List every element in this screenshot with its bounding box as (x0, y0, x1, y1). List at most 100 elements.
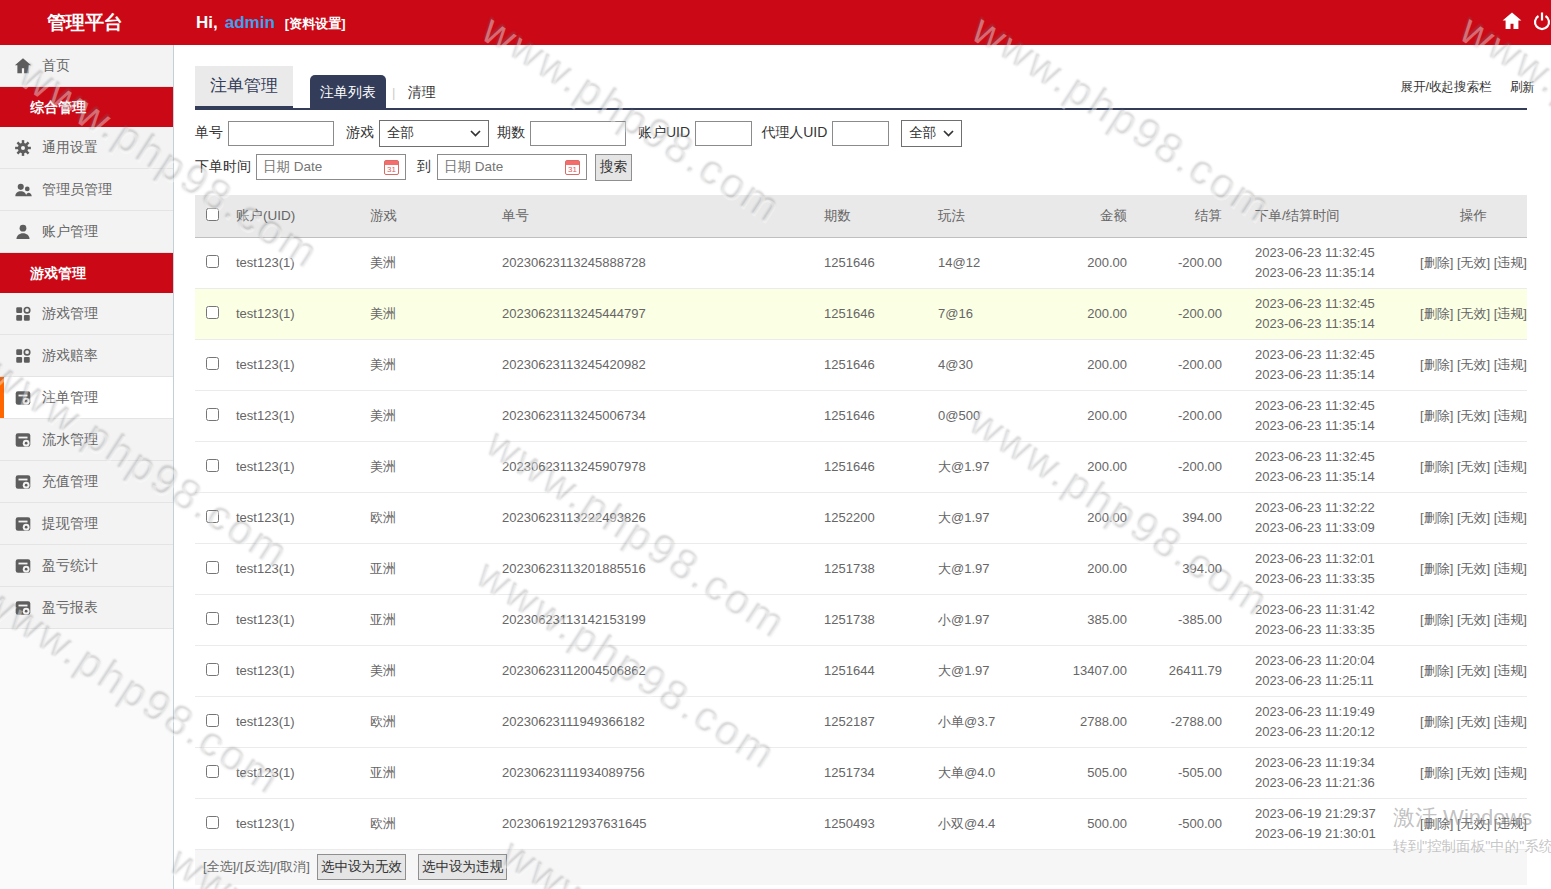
row-checkbox[interactable] (206, 765, 219, 778)
delete-action[interactable]: [删除] (1420, 663, 1453, 678)
row-checkbox[interactable] (206, 663, 219, 676)
tab-order-list[interactable]: 注单列表 (310, 75, 386, 110)
invalid-action[interactable]: [无效] (1457, 663, 1490, 678)
calendar-icon (565, 160, 580, 175)
violation-action[interactable]: [违规] (1494, 306, 1527, 321)
account-uid-input[interactable] (695, 121, 752, 146)
invalid-action[interactable]: [无效] (1457, 510, 1490, 525)
cell-game: 亚洲 (360, 747, 490, 798)
cell-account: test123(1) (226, 543, 360, 594)
cell-period: 1251734 (814, 747, 928, 798)
invalid-action[interactable]: [无效] (1457, 714, 1490, 729)
date-to-input[interactable]: 日期 Date (437, 154, 587, 180)
violation-action[interactable]: [违规] (1494, 816, 1527, 831)
cell-game: 美洲 (360, 441, 490, 492)
delete-action[interactable]: [删除] (1420, 612, 1453, 627)
violation-action[interactable]: [违规] (1494, 357, 1527, 372)
period-input[interactable] (530, 121, 626, 146)
cell-account: test123(1) (226, 288, 360, 339)
violation-action[interactable]: [违规] (1494, 510, 1527, 525)
delete-action[interactable]: [删除] (1420, 765, 1453, 780)
select-links[interactable]: [全选]/[反选]/[取消] (203, 858, 310, 876)
cell-play: 小单@3.7 (928, 696, 1040, 747)
sidebar-item-8[interactable]: 注单管理 (0, 377, 173, 419)
power-icon[interactable] (1532, 11, 1551, 35)
sidebar-item-10[interactable]: 充值管理 (0, 461, 173, 503)
invalid-action[interactable]: [无效] (1457, 765, 1490, 780)
cell-settle: -200.00 (1137, 288, 1232, 339)
sidebar-item-9[interactable]: 流水管理 (0, 419, 173, 461)
sidebar-item-4[interactable]: 账户管理 (0, 211, 173, 253)
delete-action[interactable]: [删除] (1420, 255, 1453, 270)
invalid-action[interactable]: [无效] (1457, 561, 1490, 576)
delete-action[interactable]: [删除] (1420, 357, 1453, 372)
sidebar-item-3[interactable]: 管理员管理 (0, 169, 173, 211)
sidebar-item-11[interactable]: 提现管理 (0, 503, 173, 545)
cell-period: 1251644 (814, 645, 928, 696)
violation-action[interactable]: [违规] (1494, 714, 1527, 729)
invalid-action[interactable]: [无效] (1457, 306, 1490, 321)
sidebar-item-6[interactable]: 游戏管理 (0, 293, 173, 335)
row-checkbox[interactable] (206, 714, 219, 727)
status-select[interactable]: 全部 (901, 120, 962, 147)
tab-bar: 注单管理 注单列表 | 清理 (195, 66, 1527, 110)
invalid-action[interactable]: [无效] (1457, 255, 1490, 270)
home-icon[interactable] (1501, 10, 1523, 36)
row-checkbox[interactable] (206, 459, 219, 472)
sidebar-item-13[interactable]: 盈亏报表 (0, 587, 173, 629)
set-violation-button[interactable]: 选中设为违规 (418, 854, 507, 880)
sidebar-item-7[interactable]: 游戏赔率 (0, 335, 173, 377)
invalid-action[interactable]: [无效] (1457, 816, 1490, 831)
cell-order-no: 20230623113245907978 (490, 441, 814, 492)
violation-action[interactable]: [违规] (1494, 561, 1527, 576)
agent-uid-input[interactable] (832, 121, 889, 146)
row-checkbox[interactable] (206, 561, 219, 574)
delete-action[interactable]: [删除] (1420, 510, 1453, 525)
delete-action[interactable]: [删除] (1420, 459, 1453, 474)
cell-amount: 500.00 (1040, 798, 1137, 849)
page-tab-order-mgmt[interactable]: 注单管理 (195, 66, 293, 110)
sidebar-item-2[interactable]: 通用设置 (0, 127, 173, 169)
main-content: 展开/收起搜索栏 刷新 注单管理 注单列表 | 清理 单号 游戏 全部 期数 账… (175, 45, 1551, 889)
delete-action[interactable]: [删除] (1420, 408, 1453, 423)
tab-clean[interactable]: 清理 (401, 75, 441, 110)
row-checkbox[interactable] (206, 612, 219, 625)
violation-action[interactable]: [违规] (1494, 459, 1527, 474)
invalid-action[interactable]: [无效] (1457, 459, 1490, 474)
select-all-checkbox[interactable] (206, 208, 219, 221)
invalid-action[interactable]: [无效] (1457, 357, 1490, 372)
delete-action[interactable]: [删除] (1420, 714, 1453, 729)
delete-action[interactable]: [删除] (1420, 816, 1453, 831)
delete-action[interactable]: [删除] (1420, 561, 1453, 576)
row-checkbox[interactable] (206, 408, 219, 421)
cell-amount: 2788.00 (1040, 696, 1137, 747)
cell-game: 美洲 (360, 390, 490, 441)
game-select[interactable]: 全部 (379, 120, 489, 147)
orders-table: 账户(UID)游戏单号期数玩法金额结算下单/结算时间操作 test123(1)美… (195, 195, 1527, 850)
violation-action[interactable]: [违规] (1494, 765, 1527, 780)
invalid-action[interactable]: [无效] (1457, 408, 1490, 423)
row-checkbox[interactable] (206, 357, 219, 370)
cell-amount: 200.00 (1040, 441, 1137, 492)
sidebar-item-12[interactable]: 盈亏统计 (0, 545, 173, 587)
row-checkbox[interactable] (206, 255, 219, 268)
violation-action[interactable]: [违规] (1494, 612, 1527, 627)
date-from-input[interactable]: 日期 Date (256, 154, 406, 180)
row-checkbox[interactable] (206, 306, 219, 319)
invalid-action[interactable]: [无效] (1457, 612, 1490, 627)
violation-action[interactable]: [违规] (1494, 408, 1527, 423)
cell-account: test123(1) (226, 798, 360, 849)
set-invalid-button[interactable]: 选中设为无效 (317, 854, 406, 880)
table-row: test123(1)欧洲202306231132224938261252200大… (195, 492, 1527, 543)
cell-time: 2023-06-23 11:32:452023-06-23 11:35:14 (1232, 237, 1420, 288)
violation-action[interactable]: [违规] (1494, 663, 1527, 678)
row-checkbox[interactable] (206, 510, 219, 523)
violation-action[interactable]: [违规] (1494, 255, 1527, 270)
row-checkbox[interactable] (206, 816, 219, 829)
search-button[interactable]: 搜索 (595, 154, 632, 181)
order-no-input[interactable] (228, 121, 334, 146)
delete-action[interactable]: [删除] (1420, 306, 1453, 321)
sidebar-item-0[interactable]: 首页 (0, 45, 173, 87)
profile-settings-link[interactable]: [资料设置] (285, 16, 346, 31)
app-header: 管理平台 Hi,admin[资料设置] (0, 0, 1551, 45)
